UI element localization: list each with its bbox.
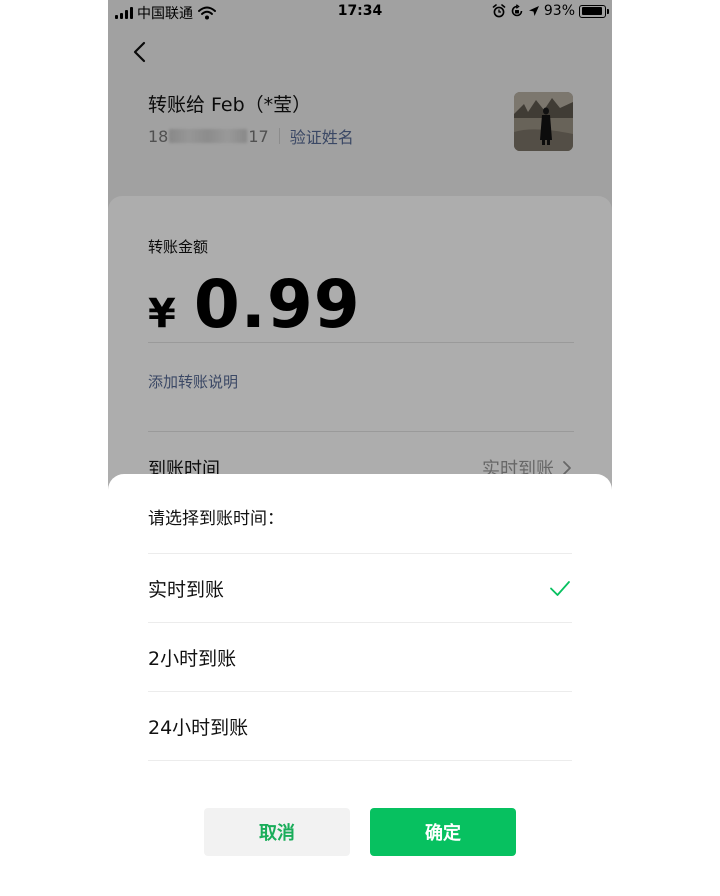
arrival-time-sheet: 请选择到账时间： 实时到账 2小时到账 24小时到账 取消 确定 (108, 474, 612, 896)
option-realtime[interactable]: 实时到账 (148, 554, 572, 622)
option-24-hours[interactable]: 24小时到账 (148, 692, 572, 760)
divider (148, 760, 572, 761)
confirm-button[interactable]: 确定 (370, 808, 516, 856)
sheet-title: 请选择到账时间： (148, 509, 284, 529)
option-2-hours[interactable]: 2小时到账 (148, 623, 572, 691)
option-label: 2小时到账 (148, 647, 237, 670)
phone-screen: 中国联通 17:34 93% 转账给 Feb（*莹） 18 17 验证姓名 转账… (108, 0, 612, 896)
option-label: 24小时到账 (148, 716, 249, 739)
option-label: 实时到账 (148, 578, 225, 601)
cancel-button[interactable]: 取消 (204, 808, 350, 856)
check-icon (550, 581, 570, 596)
